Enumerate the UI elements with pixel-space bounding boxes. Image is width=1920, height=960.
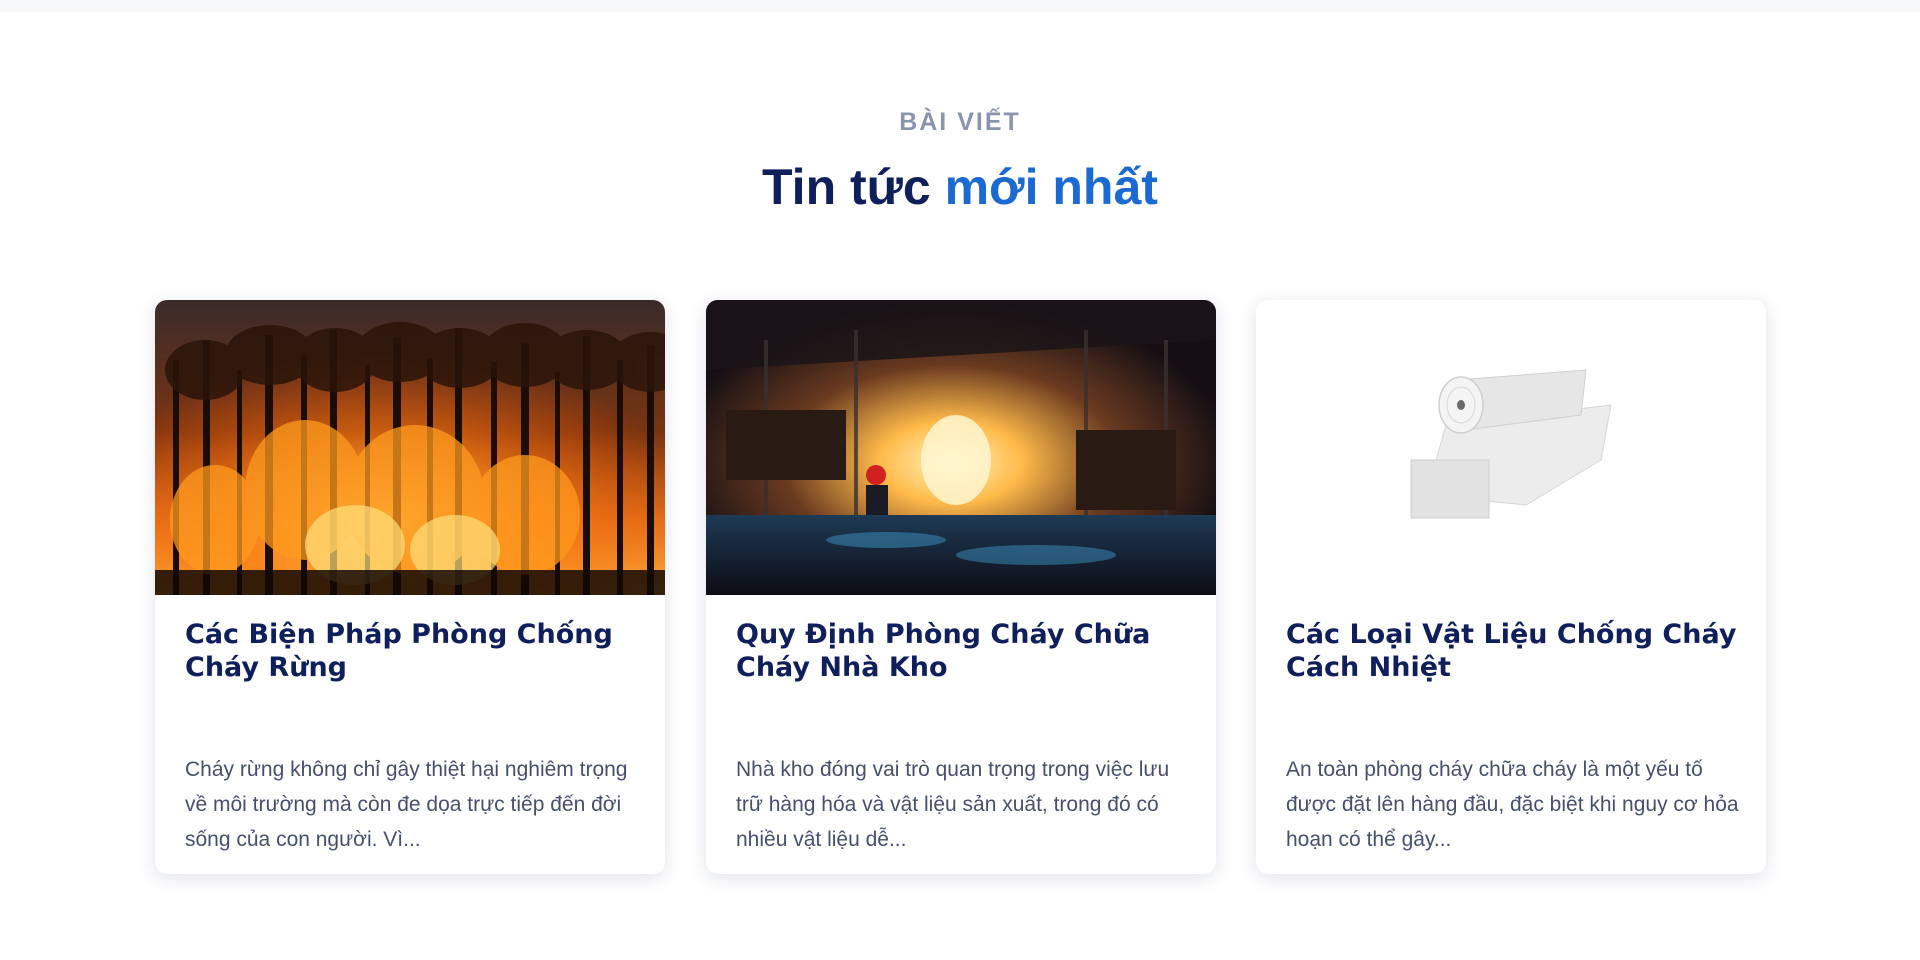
card-title[interactable]: Quy Định Phòng Cháy Chữa Cháy Nhà Kho <box>736 618 1191 684</box>
section-title-main: Tin tức <box>762 159 931 215</box>
warehouse-fire-image[interactable] <box>706 300 1216 595</box>
news-card[interactable]: Các Biện Pháp Phòng Chống Cháy Rừng Cháy… <box>155 300 665 874</box>
card-title[interactable]: Các Biện Pháp Phòng Chống Cháy Rừng <box>185 618 640 684</box>
insulation-roll-image[interactable] <box>1256 300 1766 595</box>
top-strip <box>0 0 1920 12</box>
card-excerpt: An toàn phòng cháy chữa cháy là một yếu … <box>1286 758 1739 851</box>
card-excerpt: Nhà kho đóng vai trò quan trọng trong vi… <box>736 758 1170 851</box>
card-title[interactable]: Các Loại Vật Liệu Chống Cháy Cách Nhiệt <box>1286 618 1741 684</box>
section-title: Tin tức mới nhất <box>0 158 1920 216</box>
card-excerpt: Cháy rừng không chỉ gây thiệt hại nghiêm… <box>185 758 628 851</box>
news-card[interactable]: Các Loại Vật Liệu Chống Cháy Cách Nhiệt … <box>1256 300 1766 874</box>
section-title-accent: mới nhất <box>944 159 1158 215</box>
forest-fire-image[interactable] <box>155 300 665 595</box>
news-card[interactable]: Quy Định Phòng Cháy Chữa Cháy Nhà Kho Nh… <box>706 300 1216 874</box>
section-eyebrow: BÀI VIẾT <box>899 108 1021 136</box>
